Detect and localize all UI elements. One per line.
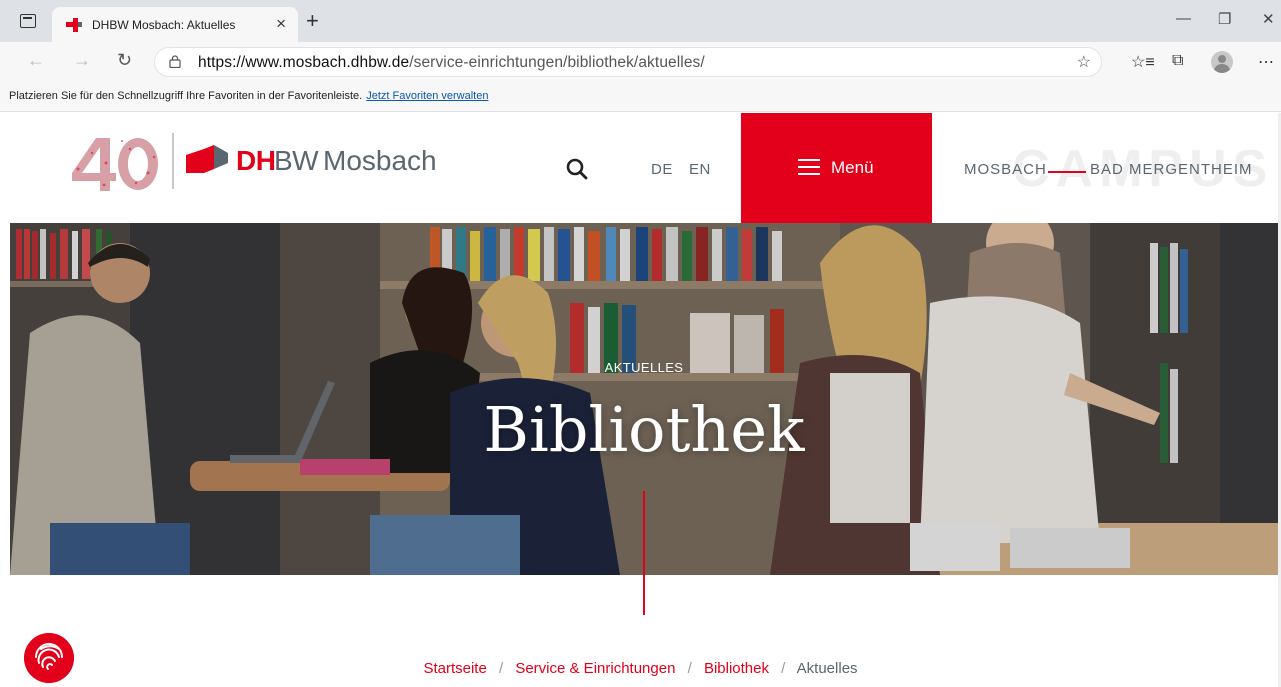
hero-accent-line-below [643,575,645,615]
breadcrumb-bibliothek[interactable]: Bibliothek [704,660,769,677]
menu-label: Menü [831,158,874,177]
address-bar[interactable]: https://www.mosbach.dhbw.de/service-einr… [154,47,1102,77]
lang-en-link[interactable]: EN [689,161,711,178]
hamburger-icon [798,159,820,175]
minimize-icon[interactable]: — [1176,10,1191,27]
logo-text-dh: DH [236,145,276,176]
new-tab-icon[interactable]: + [306,8,319,34]
restore-icon[interactable]: ❐ [1218,10,1231,28]
logo-divider [172,133,174,189]
profile-icon[interactable] [1211,51,1233,73]
dhbw-favicon-icon [66,18,82,32]
campus-mosbach-link[interactable]: MOSBACH [964,161,1047,178]
lang-de-link[interactable]: DE [651,161,673,178]
breadcrumb-separator: / [687,660,692,677]
logo-text-city: Mosbach [323,145,437,176]
browser-toolbar: ← → ↻ https://www.mosbach.dhbw.de/servic… [0,42,1281,82]
breadcrumb: Startseite / Service & Einrichtungen / B… [0,660,1281,677]
back-icon[interactable]: ← [27,50,45,71]
add-favorite-icon[interactable]: ☆ [1077,52,1091,72]
campus-bad-mergentheim-link[interactable]: BAD MERGENTHEIM [1090,161,1253,178]
breadcrumb-startseite[interactable]: Startseite [423,660,486,677]
url-text[interactable]: https://www.mosbach.dhbw.de/service-einr… [198,54,705,72]
dhbw-logo-mark-icon[interactable] [186,143,228,179]
close-icon[interactable]: ✕ [1262,10,1275,28]
site-header: DH BW Mosbach DE EN Menü CAMPUS MOSBACH … [0,113,1281,223]
reload-icon[interactable]: ↻ [117,50,132,71]
collections-icon[interactable]: ⧉ [1172,52,1183,70]
breadcrumb-service[interactable]: Service & Einrichtungen [515,660,675,677]
hero-title: Bibliothek [483,393,805,466]
breadcrumb-separator: / [498,660,504,677]
more-icon[interactable]: ⋯ [1258,52,1274,72]
browser-tab-bar: DHBW Mosbach: Aktuelles × + — ❐ ✕ [0,0,1281,42]
browser-tab[interactable]: DHBW Mosbach: Aktuelles × [52,7,298,42]
favorites-icon[interactable]: ☆≡ [1131,52,1155,72]
hero-kicker: AKTUELLES [604,360,684,375]
tab-title: DHBW Mosbach: Aktuelles [92,18,236,32]
manage-favorites-link[interactable]: Jetzt Favoriten verwalten [366,90,488,102]
breadcrumb-current: Aktuelles [796,660,858,677]
logo-text-bw: BW [274,145,319,176]
favorites-bar: Platzieren Sie für den Schnellzugriff Ih… [0,82,1281,112]
hero-banner: AKTUELLES Bibliothek [10,223,1278,575]
sidebar-icon[interactable] [20,14,36,28]
search-icon[interactable] [566,158,588,180]
campus-divider-line [1048,171,1086,173]
tab-close-icon[interactable]: × [276,14,286,34]
lock-icon[interactable] [169,55,181,68]
hero-accent-line [643,491,645,575]
forward-icon[interactable]: → [73,50,91,71]
40-years-logo-icon[interactable] [66,133,161,193]
breadcrumb-separator: / [781,660,786,677]
menu-button[interactable]: Menü [741,113,932,223]
favorites-bar-text: Platzieren Sie für den Schnellzugriff Ih… [9,90,489,102]
